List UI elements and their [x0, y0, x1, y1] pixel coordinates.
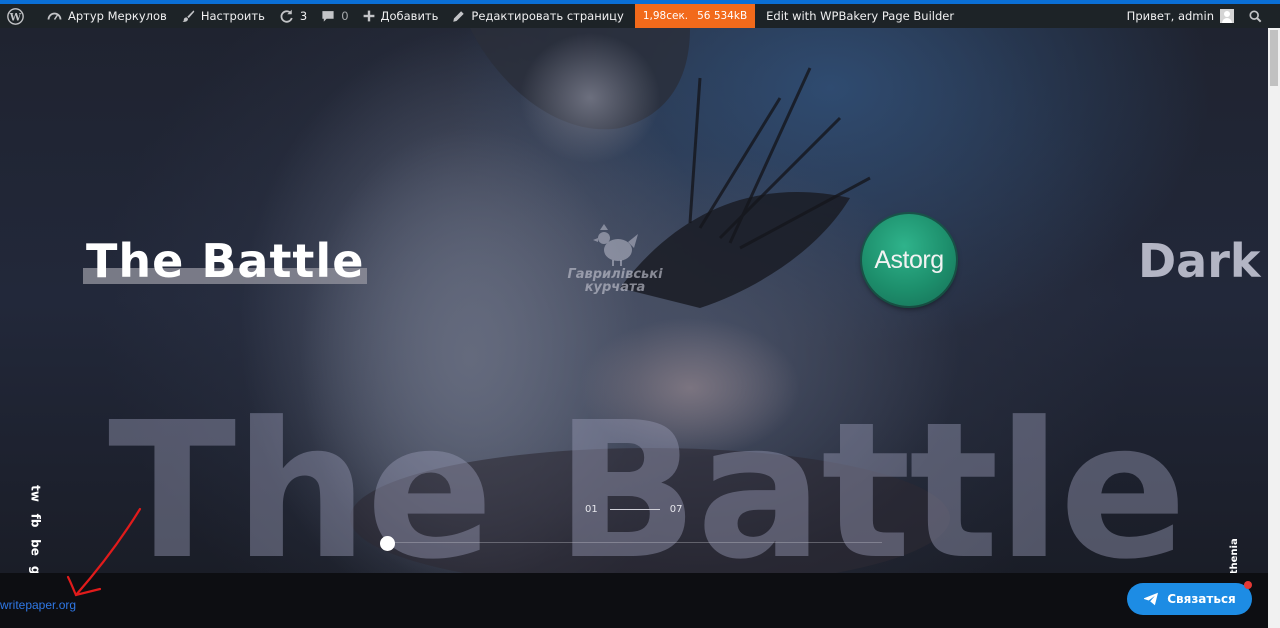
slider-progress-track[interactable] — [388, 542, 882, 543]
slide-title[interactable]: The Battle — [86, 234, 364, 288]
counter-divider — [609, 509, 660, 510]
social-link-github[interactable]: gh — [23, 565, 50, 573]
social-link-behance[interactable]: be — [23, 538, 50, 558]
hero-slider[interactable]: The Battle The Battle Гаврилівські курча… — [0, 28, 1268, 573]
bottom-strip — [0, 573, 1268, 628]
avatar — [1220, 9, 1234, 23]
copyright-text: 2019 @ Euthenia — [1229, 483, 1243, 573]
counter-current: 01 — [585, 504, 598, 515]
astorg-logo: Astorg — [862, 214, 956, 306]
svg-text:W: W — [9, 11, 22, 23]
edit-page-menu[interactable]: Редактировать страницу — [445, 4, 630, 28]
scrollbar-thumb[interactable] — [1270, 30, 1278, 86]
next-slide-title[interactable]: Dark — [1138, 234, 1261, 288]
search-menu[interactable] — [1241, 4, 1280, 28]
add-new-label: Добавить — [380, 9, 439, 23]
contact-button-label: Связаться — [1167, 592, 1236, 606]
search-icon — [1249, 9, 1262, 22]
notification-dot — [1244, 581, 1252, 589]
client-logo-text: Гаврилівські курчата — [560, 268, 670, 294]
counter-total: 07 — [669, 504, 683, 515]
slide-counter: 01 07 — [585, 504, 682, 515]
account-menu[interactable]: Привет, admin — [1120, 4, 1241, 28]
wpbakery-label: Edit with WPBakery Page Builder — [766, 9, 955, 23]
pencil-icon — [453, 10, 465, 22]
contact-button[interactable]: Связаться — [1127, 583, 1252, 615]
perf-time: 1,98сек. — [642, 10, 689, 22]
dashboard-icon — [47, 12, 62, 20]
customize-menu[interactable]: Настроить — [174, 4, 272, 28]
brush-icon — [182, 10, 195, 22]
updates-count: 3 — [299, 9, 308, 23]
greeting-label: Привет, admin — [1126, 9, 1214, 23]
logo-line-2: курчата — [584, 280, 646, 295]
edit-page-label: Редактировать страницу — [471, 9, 624, 23]
slider-progress-handle[interactable] — [380, 536, 395, 551]
perf-memory: 56 534kB — [697, 10, 748, 22]
wp-admin-bar: W Артур Меркулов Настроить 3 0 Добавить … — [0, 4, 1280, 28]
social-links: tw fb be gh — [26, 480, 46, 573]
wordpress-menu[interactable]: W — [0, 4, 40, 28]
comments-count: 0 — [341, 9, 349, 23]
background-title: The Battle — [108, 382, 1187, 574]
add-new-menu[interactable]: Добавить — [356, 4, 446, 28]
watermark-link[interactable]: writepaper.org — [0, 598, 76, 612]
site-name-menu[interactable]: Артур Меркулов — [40, 4, 174, 28]
social-link-facebook[interactable]: fb — [23, 511, 50, 531]
plus-icon — [363, 10, 374, 22]
updates-menu[interactable]: 3 — [272, 4, 314, 28]
refresh-icon — [280, 9, 293, 23]
social-link-twitter[interactable]: tw — [23, 484, 50, 504]
page-scrollbar[interactable] — [1268, 28, 1280, 628]
performance-badge[interactable]: 1,98сек. 56 534kB — [634, 4, 756, 28]
astorg-logo-text: Astorg — [874, 245, 944, 274]
arrow-annotation — [66, 507, 142, 597]
wpbakery-menu[interactable]: Edit with WPBakery Page Builder — [759, 4, 961, 28]
comment-icon — [322, 11, 334, 22]
wordpress-icon: W — [7, 7, 24, 25]
comments-menu[interactable]: 0 — [314, 4, 355, 28]
telegram-icon — [1144, 592, 1159, 606]
customize-label: Настроить — [200, 9, 265, 23]
site-name: Артур Меркулов — [68, 9, 167, 23]
